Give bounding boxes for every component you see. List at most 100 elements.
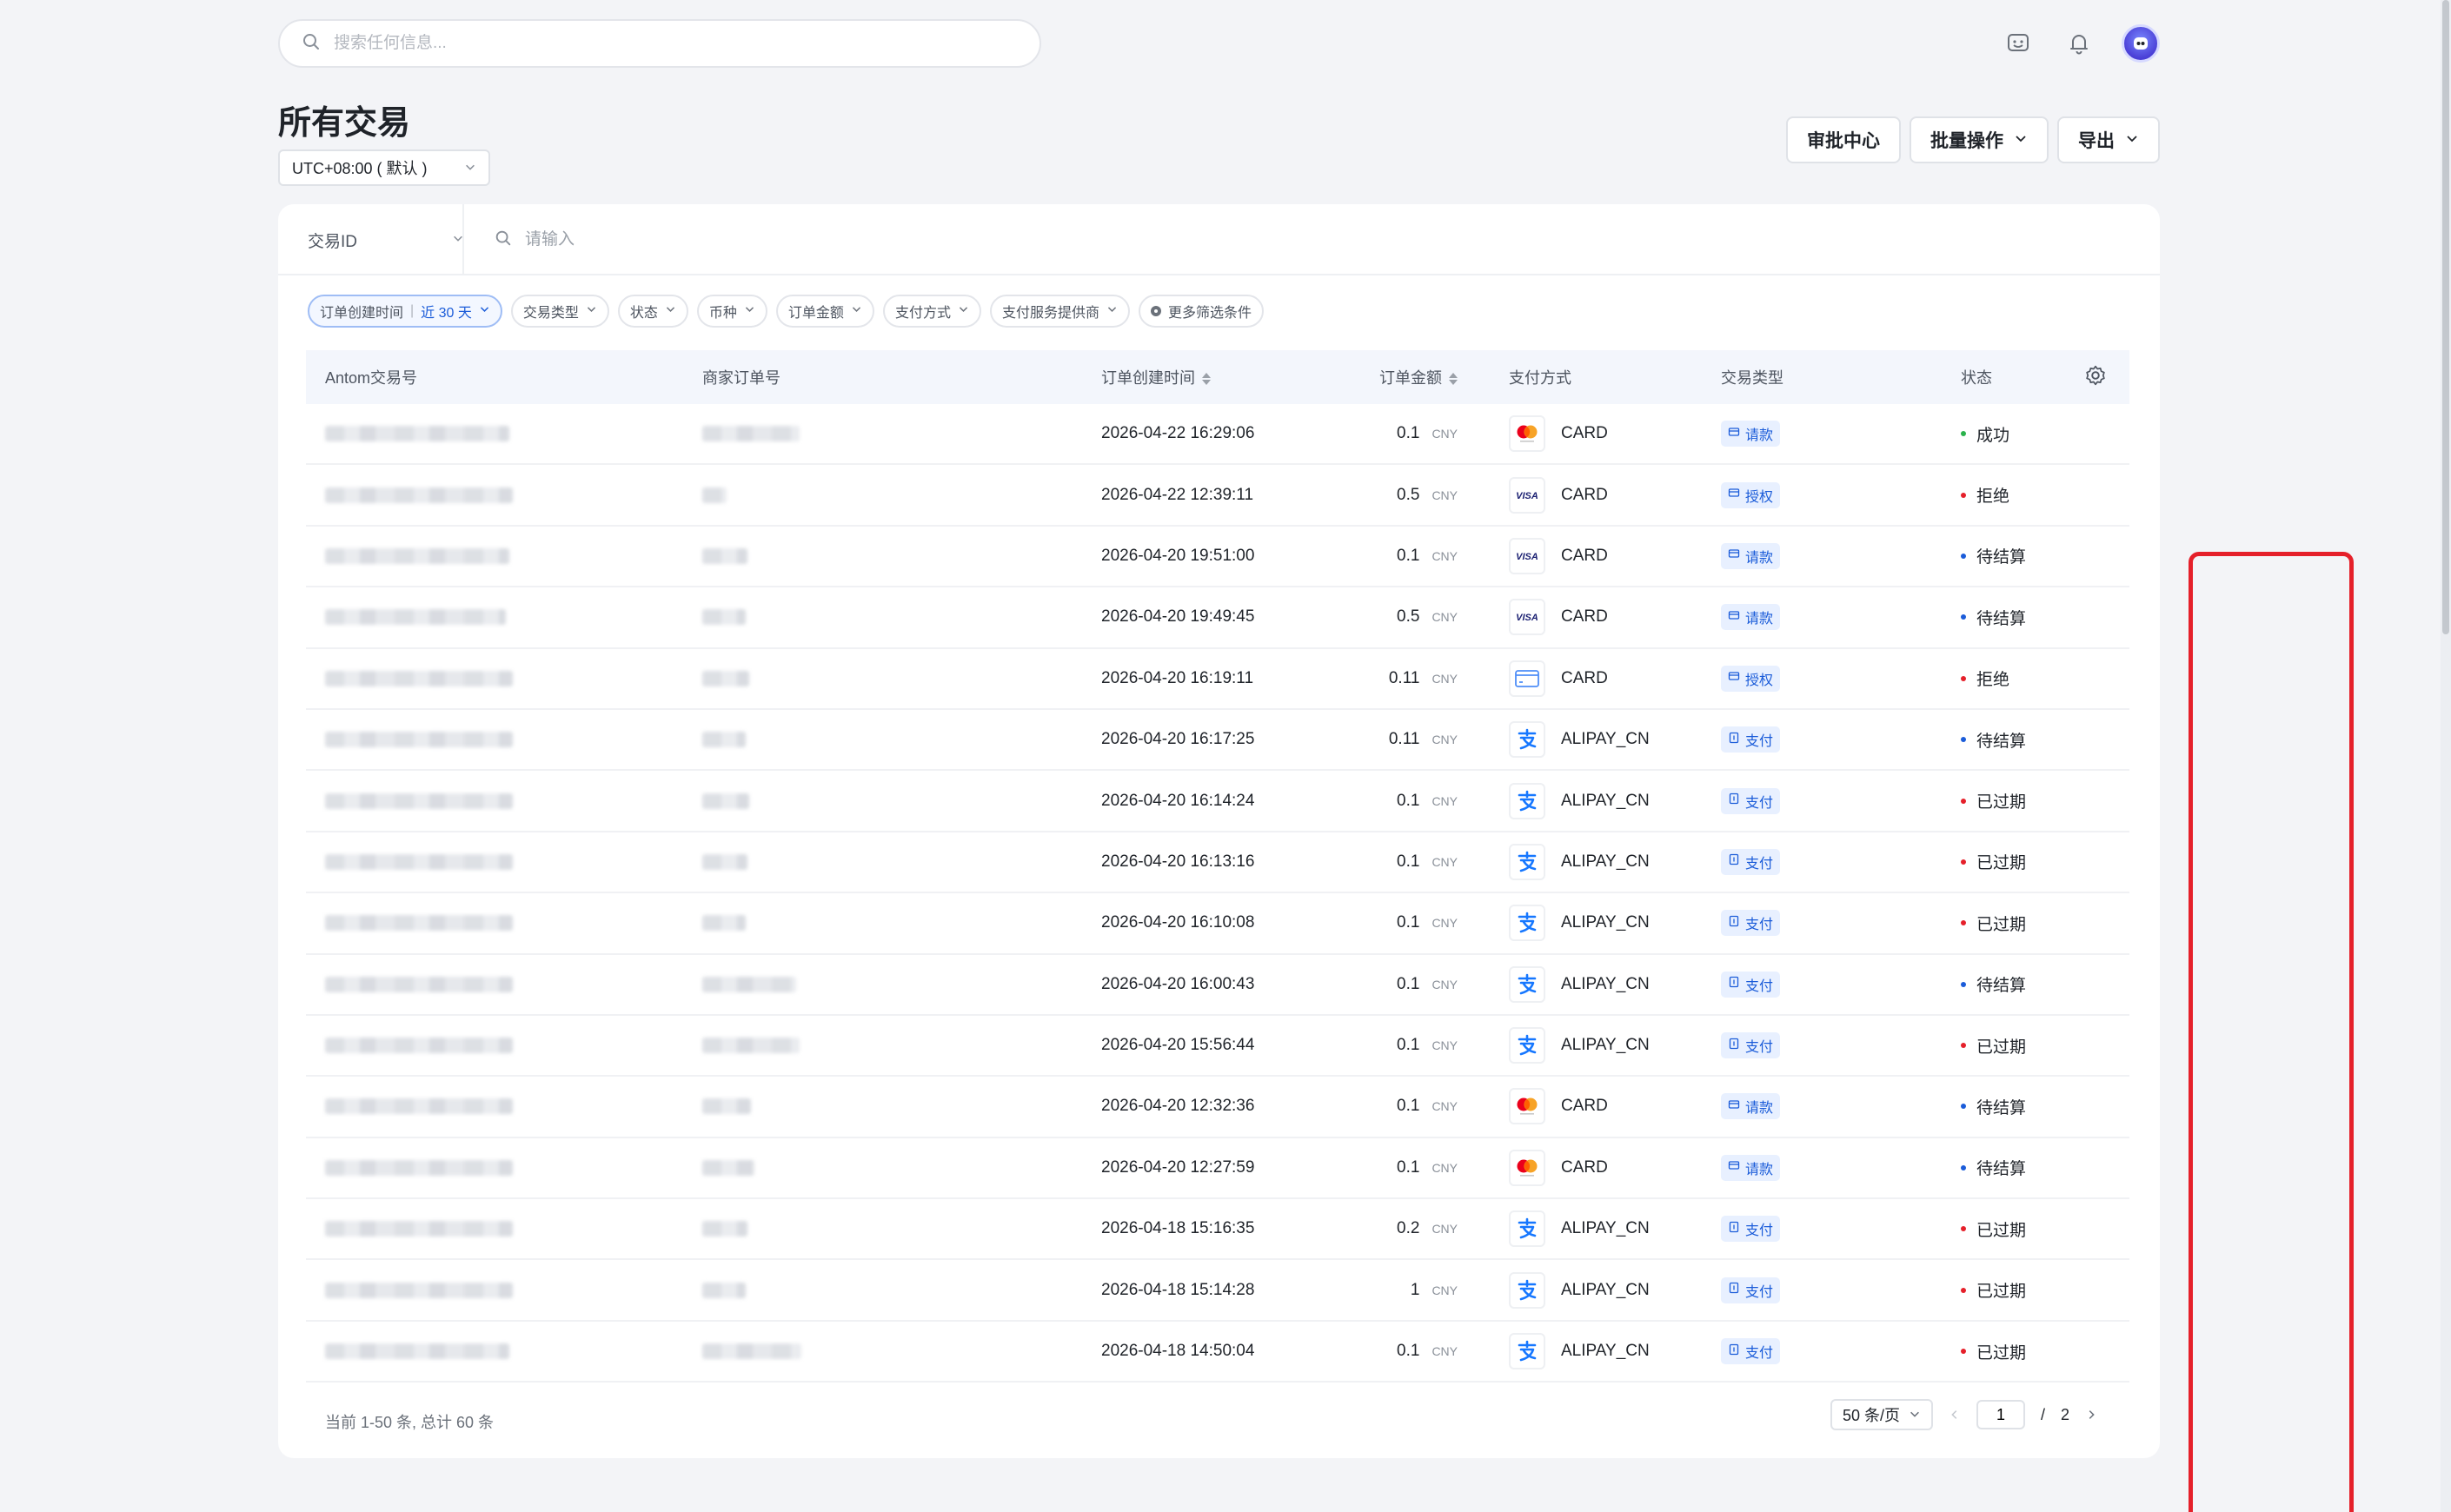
- chip-status[interactable]: 状态: [617, 295, 688, 328]
- chip-transaction-type[interactable]: 交易类型: [510, 295, 609, 328]
- table-row[interactable]: 2026-04-20 16:19:11 0.11 CNY CARD 授权 拒绝: [306, 649, 2129, 710]
- gear-icon[interactable]: [2084, 364, 2107, 391]
- next-page-icon[interactable]: [2085, 1409, 2097, 1421]
- id-search-input[interactable]: [525, 230, 1046, 249]
- merchant-order-cell[interactable]: [702, 732, 746, 748]
- payment-method-value: CARD: [1561, 1097, 1608, 1116]
- table-row[interactable]: 2026-04-22 16:29:06 0.1 CNY CARD 请款 成功: [306, 404, 2129, 466]
- antom-id-cell[interactable]: [325, 732, 513, 748]
- merchant-order-cell[interactable]: [702, 487, 727, 503]
- transactions-table: Antom交易号 商家订单号 订单创建时间 订单金额 支付方式 交易类型 状态 …: [306, 350, 2129, 1383]
- receipt-icon: [1728, 1221, 1740, 1237]
- chevron-down-icon: [464, 159, 476, 177]
- chip-label: 订单金额: [787, 306, 844, 321]
- chevron-down-icon: [851, 303, 862, 319]
- alipay-icon: [1509, 721, 1545, 759]
- table-row[interactable]: 2026-04-20 16:17:25 0.11 CNY ALIPAY_CN 支付 待结算: [306, 710, 2129, 772]
- table-row[interactable]: 2026-04-18 15:14:28 1 CNY ALIPAY_CN 支付 已过期: [306, 1260, 2129, 1322]
- antom-id-cell[interactable]: [325, 426, 509, 442]
- table-row[interactable]: 2026-04-18 14:50:04 0.1 CNY ALIPAY_CN 支付 已过期: [306, 1322, 2129, 1383]
- col-created-time[interactable]: 订单创建时间: [1101, 366, 1211, 388]
- vertical-scrollbar[interactable]: [2441, 0, 2451, 1512]
- payment-method-value: ALIPAY_CN: [1561, 1342, 1650, 1361]
- merchant-order-cell[interactable]: [702, 547, 747, 564]
- svg-text:VISA: VISA: [1516, 613, 1538, 623]
- antom-id-cell[interactable]: [325, 1159, 513, 1176]
- merchant-order-cell[interactable]: [702, 915, 746, 932]
- col-payment-method: 支付方式: [1509, 369, 1571, 387]
- merchant-order-cell[interactable]: [702, 1038, 800, 1054]
- status-dot: [1961, 675, 1966, 681]
- antom-id-cell[interactable]: [325, 976, 513, 992]
- antom-id-cell[interactable]: [325, 670, 513, 686]
- table-row[interactable]: 2026-04-20 19:51:00 0.1 CNY VISA CARD 请款 待结算: [306, 527, 2129, 588]
- antom-id-cell[interactable]: [325, 853, 513, 870]
- status-dot: [1961, 859, 1966, 865]
- merchant-order-cell[interactable]: [702, 1098, 751, 1115]
- table-row[interactable]: 2026-04-20 15:56:44 0.1 CNY ALIPAY_CN 支付 已过期: [306, 1016, 2129, 1078]
- amount-value: 1: [1410, 1280, 1420, 1299]
- merchant-order-cell[interactable]: [702, 426, 800, 442]
- merchant-order-cell[interactable]: [702, 1221, 747, 1237]
- table-row[interactable]: 2026-04-20 16:14:24 0.1 CNY ALIPAY_CN 支付 已过期: [306, 771, 2129, 832]
- chip-currency[interactable]: 币种: [696, 295, 767, 328]
- antom-id-cell[interactable]: [325, 487, 513, 503]
- amount-cell: 0.1 CNY: [1262, 852, 1458, 872]
- export-button[interactable]: 导出: [2057, 116, 2160, 163]
- sort-icon[interactable]: [1449, 373, 1458, 386]
- col-amount[interactable]: 订单金额: [1262, 366, 1458, 388]
- antom-id-cell[interactable]: [325, 915, 513, 932]
- merchant-order-cell[interactable]: [702, 609, 746, 626]
- scrollbar-thumb[interactable]: [2442, 0, 2449, 634]
- page-size-select[interactable]: 50 条/页: [1830, 1399, 1933, 1430]
- pagination: 50 条/页 / 2: [1830, 1399, 2097, 1430]
- page-number-input[interactable]: [1976, 1400, 2025, 1429]
- chip-provider[interactable]: 支付服务提供商: [989, 295, 1130, 328]
- merchant-order-cell[interactable]: [702, 670, 749, 686]
- transaction-type-cell: 请款: [1721, 1093, 1781, 1120]
- table-row[interactable]: 2026-04-20 16:13:16 0.1 CNY ALIPAY_CN 支付 已过期: [306, 832, 2129, 894]
- antom-id-cell[interactable]: [325, 792, 513, 809]
- merchant-order-cell[interactable]: [702, 792, 749, 809]
- feedback-icon[interactable]: [2000, 25, 2036, 62]
- batch-operations-button[interactable]: 批量操作: [1910, 116, 2049, 163]
- antom-id-cell[interactable]: [325, 547, 509, 564]
- table-row[interactable]: 2026-04-20 19:49:45 0.5 CNY VISA CARD 请款 待结算: [306, 587, 2129, 649]
- timezone-select[interactable]: UTC+08:00 ( 默认 ): [278, 149, 490, 186]
- table-row[interactable]: 2026-04-20 16:00:43 0.1 CNY ALIPAY_CN 支付 待结算: [306, 955, 2129, 1016]
- id-field-select[interactable]: 交易ID: [308, 204, 464, 275]
- page-separator: /: [2040, 1405, 2045, 1423]
- antom-id-cell[interactable]: [325, 1343, 509, 1360]
- global-search-input[interactable]: [334, 34, 994, 53]
- merchant-order-cell[interactable]: [702, 1282, 746, 1298]
- avatar[interactable]: [2122, 24, 2160, 63]
- global-search[interactable]: [278, 19, 1041, 68]
- antom-id-cell[interactable]: [325, 1221, 513, 1237]
- table-row[interactable]: 2026-04-22 12:39:11 0.5 CNY VISA CARD 授权 拒绝: [306, 465, 2129, 527]
- chip-payment-method[interactable]: 支付方式: [882, 295, 981, 328]
- chip-created-time[interactable]: 订单创建时间 | 近 30 天: [308, 295, 502, 328]
- sort-icon[interactable]: [1202, 373, 1211, 386]
- chip-amount[interactable]: 订单金额: [775, 295, 874, 328]
- table-row[interactable]: 2026-04-20 16:10:08 0.1 CNY ALIPAY_CN 支付 已过期: [306, 893, 2129, 955]
- total-pages: 2: [2060, 1405, 2069, 1423]
- antom-id-cell[interactable]: [325, 1038, 513, 1054]
- status-dot: [1961, 798, 1966, 804]
- antom-id-cell[interactable]: [325, 1098, 513, 1115]
- receipt-icon: [1728, 1038, 1740, 1054]
- col-merchant-order: 商家订单号: [702, 369, 780, 387]
- merchant-order-cell[interactable]: [702, 1159, 754, 1176]
- merchant-order-cell[interactable]: [702, 853, 747, 870]
- antom-id-cell[interactable]: [325, 609, 506, 626]
- table-row[interactable]: 2026-04-20 12:32:36 0.1 CNY CARD 请款 待结算: [306, 1077, 2129, 1138]
- table-row[interactable]: 2026-04-20 12:27:59 0.1 CNY CARD 请款 待结算: [306, 1138, 2129, 1200]
- merchant-order-cell[interactable]: [702, 976, 796, 992]
- antom-id-cell[interactable]: [325, 1282, 513, 1298]
- chip-more-filters[interactable]: 更多筛选条件: [1138, 295, 1264, 328]
- table-row[interactable]: 2026-04-18 15:16:35 0.2 CNY ALIPAY_CN 支付 已过期: [306, 1199, 2129, 1261]
- prev-page-icon[interactable]: [1949, 1409, 1961, 1421]
- bell-icon[interactable]: [2061, 25, 2097, 62]
- merchant-order-cell[interactable]: [702, 1343, 801, 1360]
- status-label: 拒绝: [1976, 671, 2010, 690]
- approval-center-button[interactable]: 审批中心: [1786, 116, 1901, 163]
